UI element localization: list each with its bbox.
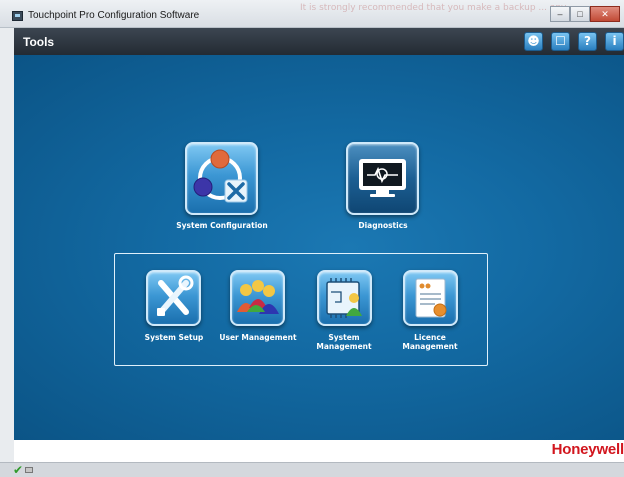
background-notice: It is strongly recommended that you make…	[300, 3, 570, 13]
help-icon[interactable]: ?	[578, 32, 597, 51]
tools-toolbar: Tools ☻ ☐ ? i	[14, 28, 624, 55]
user-management-button[interactable]	[230, 270, 285, 326]
monitor-icon	[359, 159, 406, 197]
licence-management-button[interactable]	[403, 270, 458, 326]
system-configuration-label: System Configuration	[176, 221, 268, 230]
connection-icon	[25, 467, 33, 473]
maximize-button[interactable]: □	[570, 6, 590, 22]
wrench-screwdriver-icon	[157, 275, 194, 316]
system-setup-label: System Setup	[144, 333, 204, 342]
status-ok-icon: ✔	[13, 463, 24, 477]
system-configuration-button[interactable]	[185, 142, 258, 215]
toolbar-title: Tools	[23, 35, 55, 49]
toolbar-icons: ☻ ☐ ? i	[516, 32, 624, 51]
window-title-bar: Touchpoint Pro Configuration Software It…	[0, 0, 624, 28]
minimize-button[interactable]: –	[550, 6, 570, 22]
info-icon[interactable]: i	[605, 32, 624, 51]
licence-document-icon	[415, 278, 447, 318]
unlock-icon[interactable]: ☐	[551, 32, 570, 51]
user-icon[interactable]: ☻	[524, 32, 543, 51]
footer: Honeywell	[14, 440, 624, 462]
circuit-user-icon	[326, 278, 362, 318]
tools-panel: System Configuration Diagnostics System …	[14, 55, 624, 440]
window-controls: – □ ✕	[550, 6, 620, 23]
users-icon	[237, 280, 279, 314]
system-management-button[interactable]	[317, 270, 372, 326]
user-management-label: User Management	[219, 333, 297, 342]
diagnostics-button[interactable]	[346, 142, 419, 215]
system-setup-button[interactable]	[146, 270, 201, 326]
system-configuration-icon	[193, 149, 248, 203]
licence-management-label: Licence Management	[402, 333, 458, 351]
window-title: Touchpoint Pro Configuration Software	[28, 10, 200, 21]
diagnostics-label: Diagnostics	[358, 221, 408, 230]
system-management-label: System Management	[316, 333, 372, 351]
close-button[interactable]: ✕	[590, 6, 620, 22]
honeywell-logo: Honeywell	[551, 441, 624, 458]
app-icon	[12, 11, 23, 21]
status-bar: ✔	[0, 462, 624, 477]
